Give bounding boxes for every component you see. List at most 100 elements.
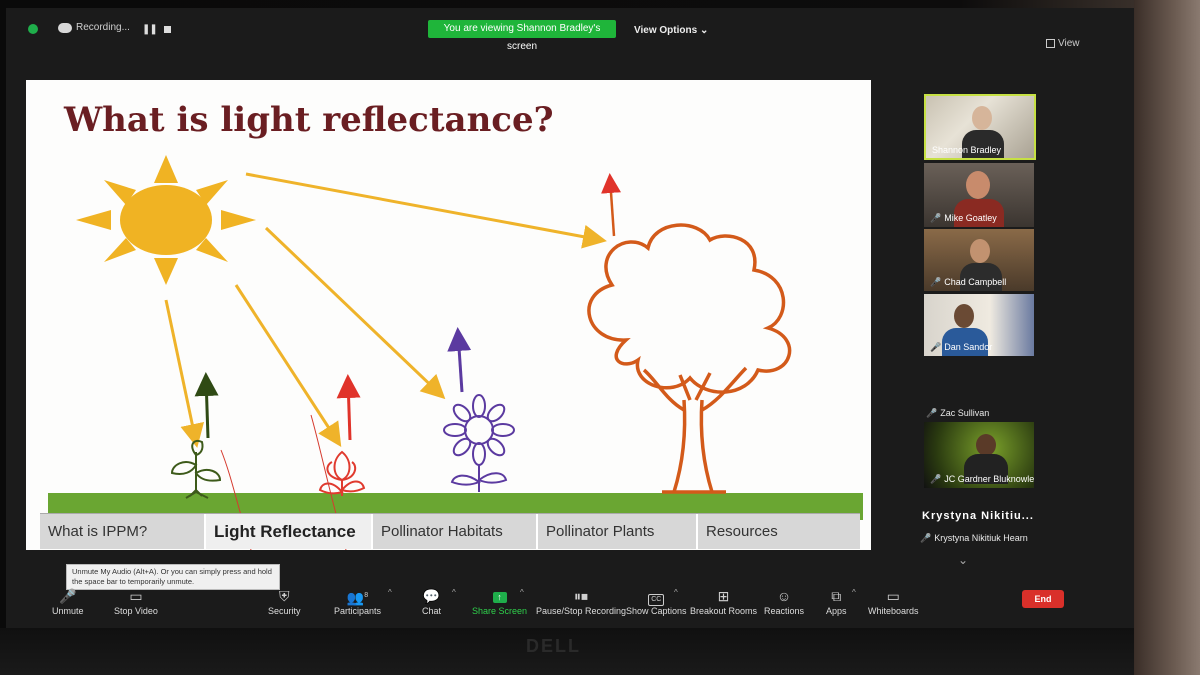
participant-tile-chad[interactable]: 🎤 Chad Campbell (924, 229, 1034, 291)
view-button-label: View (1058, 38, 1080, 49)
muted-mic-icon: 🎤 (930, 213, 942, 223)
avatar (972, 106, 992, 130)
participant-name: Krystyna Nikitiuk Hearn (934, 533, 1028, 543)
chat-icon: 💬 (422, 588, 441, 604)
security-button[interactable]: ⛨ Security (268, 586, 301, 616)
avatar (976, 434, 996, 456)
participant-name: Dan Sandor (944, 342, 993, 352)
participant-tile-dan[interactable]: 🎤 Dan Sandor (924, 294, 1034, 356)
meeting-toolbar: 🎤 Unmute ▭ Stop Video ⛨ Security 👥8 Part… (6, 586, 1134, 628)
room-background (1134, 0, 1200, 675)
cloud-recording-icon (58, 23, 72, 33)
security-shield-icon[interactable] (28, 24, 38, 34)
share-screen-button[interactable]: ↑ Share Screen (472, 586, 527, 616)
chevron-down-icon[interactable]: ⌄ (958, 553, 968, 567)
sprout-icon (170, 439, 222, 499)
slide-nav-tabs: What is IPPM? Light Reflectance Pollinat… (40, 513, 860, 549)
unmute-button[interactable]: 🎤 Unmute (52, 586, 84, 616)
whiteboards-button[interactable]: ▭ Whiteboards (868, 586, 919, 616)
chevron-up-icon: ^ (520, 588, 524, 597)
participant-krystyna-tile-name[interactable]: Krystyna Nikitiu... (922, 510, 1034, 522)
chevron-up-icon: ^ (452, 588, 456, 597)
slide-illustration (48, 155, 863, 550)
breakout-rooms-button[interactable]: ⊞ Breakout Rooms (690, 586, 757, 616)
muted-mic-icon: 🎤 (930, 342, 942, 352)
zoom-window: Recording... ❚❚ You are viewing Shannon … (6, 8, 1134, 628)
chat-label: Chat (422, 606, 442, 616)
muted-mic-icon: 🎤 (926, 408, 938, 418)
chevron-down-icon: ⌄ (699, 25, 709, 36)
participant-name-row: 🎤 Chad Campbell (930, 277, 1006, 288)
share-screen-icon: ↑ (492, 591, 507, 603)
participant-name: Mike Goatley (944, 213, 997, 223)
reactions-label: Reactions (764, 606, 805, 616)
view-options-label: View Options (634, 25, 698, 36)
avatar (966, 171, 990, 199)
sun-icon (76, 155, 256, 285)
end-meeting-button[interactable]: End (1022, 590, 1064, 608)
grid-view-icon (1046, 38, 1055, 48)
security-label: Security (268, 606, 301, 616)
shield-icon: ⛨ (279, 588, 290, 604)
participant-name-row: 🎤 Mike Goatley (930, 213, 997, 224)
tab-light-reflectance[interactable]: Light Reflectance (206, 514, 373, 549)
stop-recording-icon[interactable] (164, 26, 171, 33)
reflected-ray-purple (447, 327, 472, 393)
chevron-up-icon: ^ (674, 588, 678, 597)
participants-count: 8 (364, 592, 369, 599)
avatar (970, 239, 990, 263)
participant-tile-jc[interactable]: 🎤 JC Gardner Bluknowle... (924, 422, 1034, 488)
apps-button[interactable]: ⧉ Apps (826, 586, 847, 616)
stop-video-label: Stop Video (114, 606, 158, 616)
tab-resources[interactable]: Resources (698, 514, 860, 549)
chat-button[interactable]: 💬 Chat (422, 586, 441, 616)
reflected-ray-red (336, 374, 361, 441)
apps-label: Apps (826, 606, 847, 616)
participants-button[interactable]: 👥8 Participants (334, 586, 381, 616)
chevron-up-icon: ^ (388, 588, 392, 597)
monitor-logo: DELL (526, 636, 581, 656)
breakout-label: Breakout Rooms (690, 606, 758, 616)
stop-video-button[interactable]: ▭ Stop Video (114, 586, 158, 616)
participant-name: Shannon Bradley (932, 145, 1002, 155)
viewing-screen-banner: You are viewing Shannon Bradley's screen (428, 20, 616, 52)
pause-recording-icon[interactable]: ❚❚ (142, 24, 158, 35)
whiteboards-label: Whiteboards (868, 606, 919, 616)
view-options-button[interactable]: View Options ⌄ (634, 25, 708, 36)
participant-tile-shannon[interactable]: Shannon Bradley (924, 94, 1036, 160)
shared-slide: What is light reflectance? What is IPPM?… (26, 80, 871, 550)
muted-mic-icon: 🎤 (930, 474, 942, 484)
muted-mic-icon: 🎤 (930, 277, 942, 287)
tab-what-is-ippm[interactable]: What is IPPM? (40, 514, 206, 549)
muted-mic-icon: 🎤 (59, 588, 77, 604)
recording-label: Recording... (76, 22, 130, 33)
top-bar: Recording... ❚❚ You are viewing Shannon … (6, 8, 1134, 52)
reflected-ray-orange (601, 173, 622, 237)
participant-tile-mike[interactable]: 🎤 Mike Goatley (924, 163, 1034, 227)
participants-label: Participants (334, 606, 382, 616)
slide-title: What is light reflectance? (64, 100, 554, 140)
flower-icon (443, 394, 515, 492)
pause-stop-icon: ⏸⏹ (574, 588, 589, 604)
tab-pollinator-habitats[interactable]: Pollinator Habitats (373, 514, 538, 549)
view-button[interactable]: View (1046, 38, 1080, 49)
tree-icon (587, 223, 792, 494)
avatar (954, 304, 974, 328)
tulip-icon (318, 450, 366, 496)
share-screen-icon-wrap: ↑ (472, 586, 527, 606)
breakout-rooms-icon: ⊞ (717, 588, 730, 604)
share-screen-label: Share Screen (472, 606, 528, 616)
chevron-up-icon: ^ (852, 588, 856, 597)
pause-stop-recording-button[interactable]: ⏸⏹ Pause/Stop Recording (536, 586, 626, 616)
participants-icon: 👥8 (346, 589, 369, 606)
participant-zac[interactable]: 🎤 Zac Sullivan (926, 408, 989, 419)
apps-icon: ⧉ (831, 588, 842, 604)
reactions-button[interactable]: ☺ Reactions (764, 586, 804, 616)
participant-name-row: 🎤 Dan Sandor (930, 342, 992, 353)
tab-pollinator-plants[interactable]: Pollinator Plants (538, 514, 698, 549)
video-camera-icon: ▭ (129, 588, 143, 604)
participant-krystyna[interactable]: 🎤 Krystyna Nikitiuk Hearn (920, 533, 1028, 544)
captions-icon: CC (648, 594, 665, 606)
participant-name: Zac Sullivan (940, 408, 990, 418)
emoji-icon: ☺ (776, 588, 792, 604)
